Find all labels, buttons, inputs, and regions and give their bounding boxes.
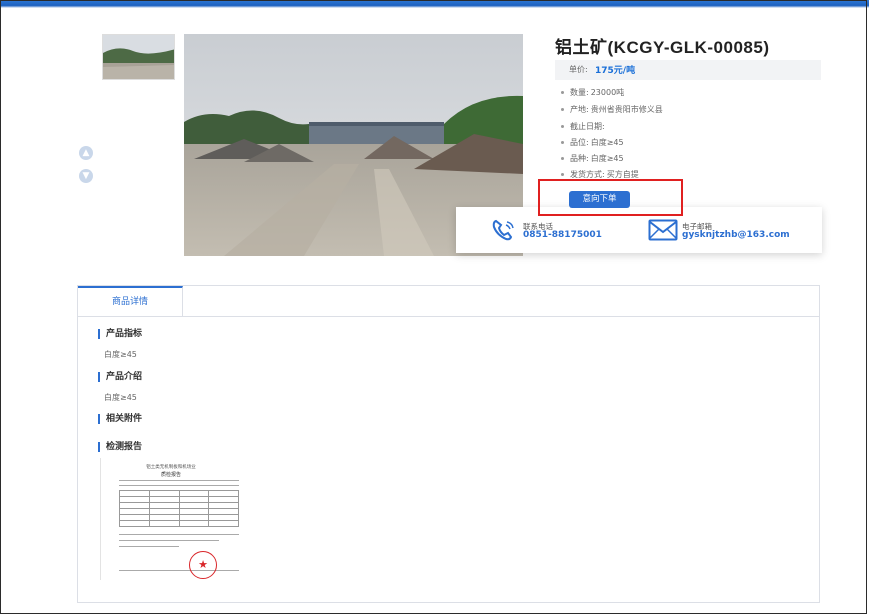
screenshot-frame [0,0,867,614]
